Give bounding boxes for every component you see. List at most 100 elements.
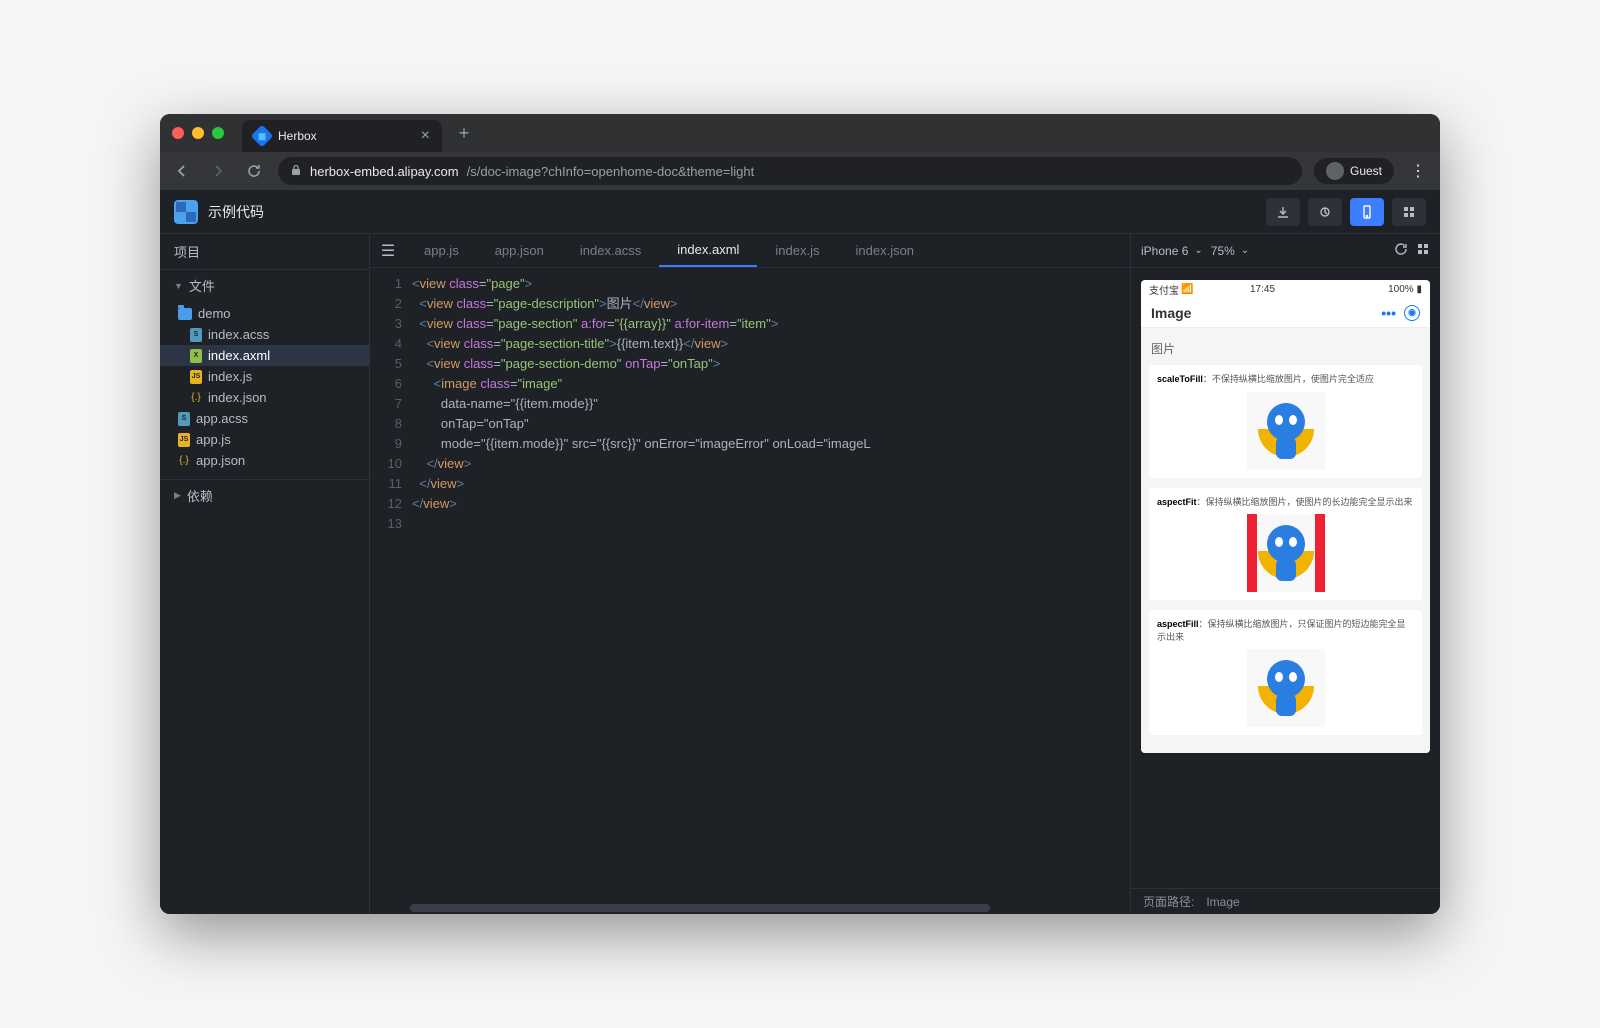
close-tab-button[interactable]: × (421, 127, 430, 145)
back-button[interactable] (170, 159, 194, 183)
chevron-right-icon: ▶ (174, 490, 181, 501)
phone-header: Image ••• ◉ (1141, 298, 1430, 328)
grid-view-button[interactable] (1392, 198, 1426, 226)
app-header: 示例代码 (160, 190, 1440, 234)
file-index-axml[interactable]: Xindex.axml (160, 345, 369, 366)
file-app-acss[interactable]: Sapp.acss (160, 408, 369, 429)
battery-icon: ▮ (1416, 284, 1422, 295)
browser-menu-button[interactable]: ⋮ (1406, 157, 1430, 185)
app-logo-icon (174, 200, 198, 224)
editor-tabs: ☰ app.js app.json index.acss index.axml … (370, 234, 1130, 268)
phone-preview: 支付宝📶 17:45 100% ▮ Image ••• ◉ (1131, 268, 1440, 888)
chevron-down-icon: ⌄ (1241, 245, 1249, 256)
close-app-icon[interactable]: ◉ (1404, 305, 1420, 321)
horizontal-scrollbar[interactable] (370, 902, 1130, 914)
tabs-menu-button[interactable]: ☰ (370, 241, 406, 261)
new-tab-button[interactable]: + (450, 119, 478, 147)
file-index-js[interactable]: JSindex.js (160, 366, 369, 387)
image-mode-section: aspectFit：保持纵横比缩放图片，使图片的长边能完全显示出来 (1149, 488, 1422, 601)
forward-button[interactable] (206, 159, 230, 183)
example-image[interactable] (1247, 392, 1325, 470)
minimize-window-button[interactable] (192, 127, 204, 139)
tab-index-json[interactable]: index.json (838, 234, 933, 267)
file-app-json[interactable]: {.}app.json (160, 450, 369, 471)
preview-footer: 页面路径: Image (1131, 888, 1440, 914)
close-window-button[interactable] (172, 127, 184, 139)
editor: ☰ app.js app.json index.acss index.axml … (370, 234, 1130, 914)
chevron-down-icon: ⌄ (1194, 245, 1202, 256)
device-selector[interactable]: iPhone 6⌄ (1141, 244, 1203, 258)
browser-tab[interactable]: Herbox × (242, 120, 442, 152)
address-bar: herbox-embed.alipay.com/s/doc-image?chIn… (160, 152, 1440, 190)
carrier-label: 支付宝 (1149, 282, 1179, 297)
code-area[interactable]: 12345678910111213 <view class="page"> <v… (370, 268, 1130, 902)
layout-grid-button[interactable] (1416, 242, 1430, 259)
phone-status-bar: 支付宝📶 17:45 100% ▮ (1141, 280, 1430, 298)
file-app-js[interactable]: JSapp.js (160, 429, 369, 450)
footer-label: 页面路径: (1143, 893, 1194, 910)
files-group[interactable]: ▼文件 (160, 270, 369, 301)
file-index-json[interactable]: {.}index.json (160, 387, 369, 408)
preview-panel: iPhone 6⌄ 75%⌄ 支付宝📶 17:45 100% ▮ (1130, 234, 1440, 914)
lock-icon (290, 164, 302, 179)
chevron-down-icon: ▼ (174, 281, 183, 291)
url-path: /s/doc-image?chInfo=openhome-doc&theme=l… (467, 164, 755, 179)
mode-label: scaleToFill：不保持纵横比缩放图片，使图片完全适应 (1157, 373, 1414, 386)
clock-label: 17:45 (1250, 284, 1275, 295)
compile-button[interactable] (1308, 198, 1342, 226)
phone-title: Image (1151, 305, 1191, 321)
file-index-acss[interactable]: Sindex.acss (160, 324, 369, 345)
deps-group[interactable]: ▶依赖 (160, 479, 369, 511)
phone-body: 图片 scaleToFill：不保持纵横比缩放图片，使图片完全适应 aspect… (1141, 328, 1430, 753)
folder-demo[interactable]: demo (160, 303, 369, 324)
project-section-header: 项目 (160, 234, 369, 270)
zoom-selector[interactable]: 75%⌄ (1211, 244, 1249, 258)
device-preview-button[interactable] (1350, 198, 1384, 226)
window-controls (172, 127, 224, 139)
maximize-window-button[interactable] (212, 127, 224, 139)
tab-app-json[interactable]: app.json (477, 234, 562, 267)
reload-button[interactable] (242, 159, 266, 183)
file-tree: demo Sindex.acss Xindex.axml JSindex.js … (160, 301, 369, 473)
json-file-icon: {.} (190, 391, 202, 405)
url-host: herbox-embed.alipay.com (310, 164, 459, 179)
tab-index-js[interactable]: index.js (757, 234, 837, 267)
json-file-icon: {.} (178, 454, 190, 468)
preview-toolbar: iPhone 6⌄ 75%⌄ (1131, 234, 1440, 268)
line-numbers: 12345678910111213 (370, 274, 412, 902)
mode-label: aspectFit：保持纵横比缩放图片，使图片的长边能完全显示出来 (1157, 496, 1414, 509)
footer-path: Image (1206, 895, 1239, 909)
page-heading: 图片 (1149, 336, 1422, 365)
css-file-icon: S (190, 328, 202, 342)
app-title: 示例代码 (208, 202, 264, 222)
folder-icon (178, 308, 192, 320)
js-file-icon: JS (178, 433, 190, 447)
more-icon[interactable]: ••• (1381, 305, 1396, 321)
favicon-icon (251, 125, 274, 148)
code-lines[interactable]: <view class="page"> <view class="page-de… (412, 274, 1130, 902)
mode-label: aspectFill：保持纵横比缩放图片，只保证图片的短边能完全显示出来 (1157, 618, 1414, 643)
profile-button[interactable]: Guest (1314, 158, 1394, 184)
profile-label: Guest (1350, 164, 1382, 178)
example-image[interactable] (1247, 514, 1325, 592)
download-button[interactable] (1266, 198, 1300, 226)
js-file-icon: JS (190, 370, 202, 384)
tab-index-axml[interactable]: index.axml (659, 234, 757, 267)
app: 示例代码 项目 ▼文件 demo Sindex.acss Xindex.axml… (160, 190, 1440, 914)
avatar-icon (1326, 162, 1344, 180)
browser-window: Herbox × + herbox-embed.alipay.com/s/doc… (160, 114, 1440, 914)
scrollbar-thumb[interactable] (410, 904, 990, 912)
battery-label: 100% (1388, 284, 1414, 295)
sidebar: 项目 ▼文件 demo Sindex.acss Xindex.axml JSin… (160, 234, 370, 914)
image-mode-section: aspectFill：保持纵横比缩放图片，只保证图片的短边能完全显示出来 (1149, 610, 1422, 735)
axml-file-icon: X (190, 349, 202, 363)
phone-frame[interactable]: 支付宝📶 17:45 100% ▮ Image ••• ◉ (1141, 280, 1430, 753)
refresh-preview-button[interactable] (1394, 242, 1408, 259)
titlebar: Herbox × + (160, 114, 1440, 152)
css-file-icon: S (178, 412, 190, 426)
url-input[interactable]: herbox-embed.alipay.com/s/doc-image?chIn… (278, 157, 1302, 185)
tab-index-acss[interactable]: index.acss (562, 234, 659, 267)
image-mode-section: scaleToFill：不保持纵横比缩放图片，使图片完全适应 (1149, 365, 1422, 478)
example-image[interactable] (1247, 649, 1325, 727)
tab-app-js[interactable]: app.js (406, 234, 477, 267)
